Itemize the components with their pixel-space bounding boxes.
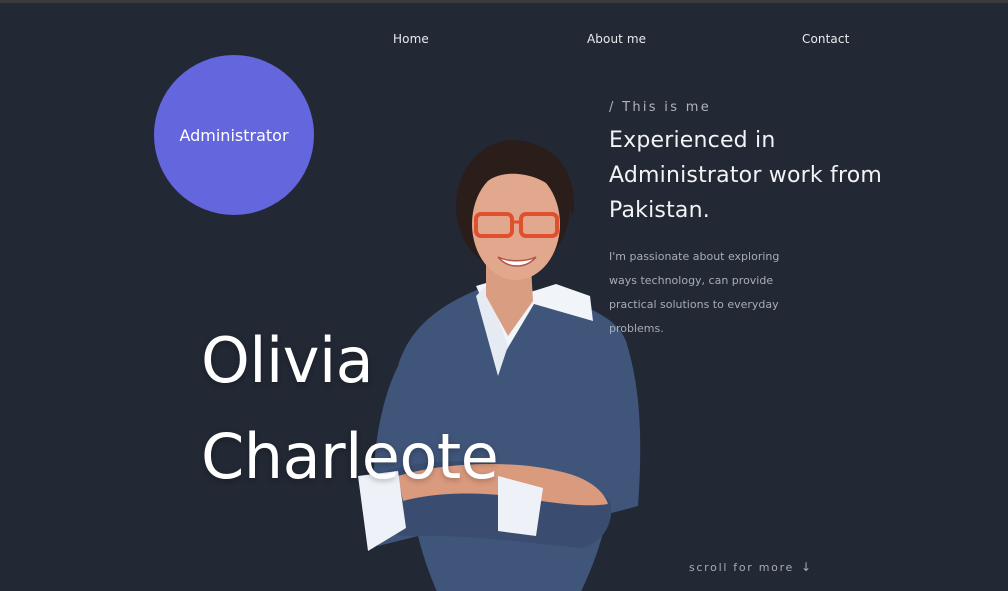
landing-page: Home About me Contact Administrator Oliv… — [0, 0, 1008, 591]
portrait-image — [358, 140, 641, 591]
role-badge: Administrator — [154, 55, 314, 215]
name-last: Charleote — [201, 420, 499, 493]
nav-home-link[interactable]: Home — [393, 32, 429, 46]
scroll-label: scroll for more — [689, 561, 795, 574]
intro-eyebrow: / This is me — [609, 100, 711, 115]
name-first: Olivia — [201, 324, 374, 397]
nav-about-link[interactable]: About me — [587, 32, 646, 46]
scroll-for-more[interactable]: scroll for more ↓ — [689, 560, 811, 574]
role-label: Administrator — [179, 125, 289, 145]
arrow-down-icon: ↓ — [801, 560, 812, 574]
nav-contact-link[interactable]: Contact — [802, 32, 849, 46]
intro-description: I'm passionate about exploring ways tech… — [609, 250, 780, 335]
intro-heading: Experienced in Administrator work from P… — [609, 128, 882, 223]
